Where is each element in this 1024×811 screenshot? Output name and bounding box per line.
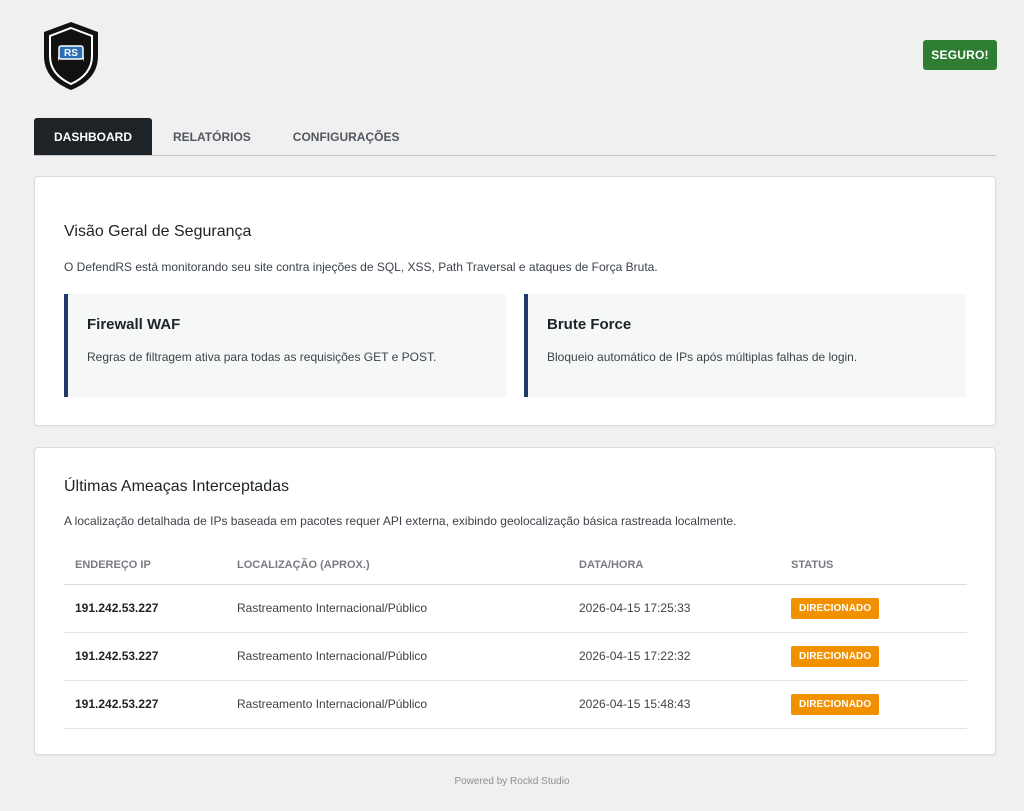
- datetime-cell: 2026-04-15 15:48:43: [568, 680, 780, 729]
- status-badge: DIRECIONADO: [791, 645, 880, 667]
- feature-brute-force: Brute Force Bloqueio automático de IPs a…: [524, 294, 966, 397]
- shield-logo-icon: RS: [44, 22, 98, 90]
- feature-title: Firewall WAF: [87, 316, 181, 333]
- ip-cell: 191.242.53.227: [64, 632, 226, 681]
- status-badge: DIRECIONADO: [791, 597, 880, 619]
- table-row: 191.242.53.227 Rastreamento Internaciona…: [64, 584, 967, 633]
- secure-status-button[interactable]: SEGURO!: [923, 40, 997, 70]
- column-header-ip: ENDEREÇO IP: [64, 546, 226, 585]
- column-header-datetime: DATA/HORA: [568, 546, 780, 585]
- threats-description: A localização detalhada de IPs baseada e…: [64, 514, 737, 528]
- overview-description: O DefendRS está monitorando seu site con…: [64, 260, 658, 274]
- datetime-cell: 2026-04-15 17:25:33: [568, 584, 780, 633]
- threats-title: Últimas Ameaças Interceptadas: [64, 478, 289, 495]
- footer-credit: Powered by Rockd Studio: [454, 776, 570, 787]
- tab-reports[interactable]: RELATÓRIOS: [152, 118, 272, 155]
- status-cell: DIRECIONADO: [780, 584, 967, 633]
- tab-settings[interactable]: CONFIGURAÇÕES: [272, 118, 421, 155]
- feature-text: Regras de filtragem ativa para todas as …: [87, 350, 437, 364]
- threats-card: Últimas Ameaças Interceptadas A localiza…: [34, 447, 996, 755]
- tab-dashboard[interactable]: DASHBOARD: [34, 118, 152, 155]
- location-cell: Rastreamento Internacional/Público: [226, 584, 568, 633]
- svg-text:RS: RS: [64, 48, 78, 59]
- table-row: 191.242.53.227 Rastreamento Internaciona…: [64, 680, 967, 729]
- feature-title: Brute Force: [547, 316, 632, 333]
- location-cell: Rastreamento Internacional/Público: [226, 632, 568, 681]
- tab-bar: DASHBOARD RELATÓRIOS CONFIGURAÇÕES: [34, 118, 996, 156]
- status-cell: DIRECIONADO: [780, 632, 967, 681]
- overview-title: Visão Geral de Segurança: [64, 223, 252, 240]
- table-row: 191.242.53.227 Rastreamento Internaciona…: [64, 632, 967, 681]
- column-header-location: LOCALIZAÇÃO (APROX.): [226, 546, 568, 585]
- status-badge: DIRECIONADO: [791, 693, 880, 715]
- datetime-cell: 2026-04-15 17:22:32: [568, 632, 780, 681]
- location-cell: Rastreamento Internacional/Público: [226, 680, 568, 729]
- ip-cell: 191.242.53.227: [64, 680, 226, 729]
- feature-text: Bloqueio automático de IPs após múltipla…: [547, 350, 858, 364]
- threats-table: ENDEREÇO IP LOCALIZAÇÃO (APROX.) DATA/HO…: [64, 546, 967, 729]
- ip-cell: 191.242.53.227: [64, 584, 226, 633]
- table-header-row: ENDEREÇO IP LOCALIZAÇÃO (APROX.) DATA/HO…: [64, 546, 967, 585]
- feature-firewall-waf: Firewall WAF Regras de filtragem ativa p…: [64, 294, 506, 397]
- page: RS SEGURO! DASHBOARD RELATÓRIOS CONFIGUR…: [0, 0, 1024, 811]
- status-cell: DIRECIONADO: [780, 680, 967, 729]
- security-overview-card: Visão Geral de Segurança O DefendRS está…: [34, 176, 996, 426]
- column-header-status: STATUS: [780, 546, 967, 585]
